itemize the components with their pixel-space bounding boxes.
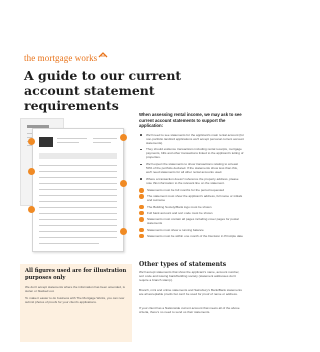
marker-icon: [28, 206, 35, 213]
marker-icon: [28, 168, 35, 175]
other-statements-heading: Other types of statements: [139, 261, 227, 268]
checklist-item-text: Statements must be full months for the p…: [147, 188, 225, 193]
checklist-item-text: The statement must show the applicant's …: [147, 194, 243, 203]
requirement-item: Where a transaction doesn't reference th…: [139, 177, 244, 185]
statement-logo-block: [39, 137, 53, 147]
checklist-item: The Building Society/Bank logo must be s…: [139, 204, 244, 210]
marker-icon: [120, 180, 127, 187]
statement-illustration: [20, 110, 132, 252]
brand-roof-icon: [98, 52, 108, 62]
requirement-item: We'll need to see statements for the app…: [139, 133, 244, 145]
check-circle-icon: [139, 188, 144, 193]
brand-logo: the mortgage works: [24, 52, 108, 63]
illustration-note-box: All figures used are for illustration pu…: [20, 264, 132, 342]
page-title: A guide to our current account statement…: [24, 68, 182, 113]
marker-icon: [120, 228, 127, 235]
check-circle-icon: [139, 194, 144, 199]
intro-text: When assessing rental income, we may ask…: [139, 112, 242, 128]
check-circle-icon: [139, 233, 144, 239]
checklist-item-text: Full bank account and sort code must be …: [147, 210, 213, 215]
checklist-item-text: Statements must show a running balance: [147, 227, 204, 232]
checklist-item: Full bank account and sort code must be …: [139, 210, 244, 216]
check-circle-icon: [139, 227, 144, 233]
other-statements-paragraph: If your client has a Nationwide current …: [139, 306, 240, 315]
checklist-item-text: Statements must contain all pages includ…: [147, 217, 239, 226]
note-heading: All figures used are for illustration pu…: [25, 268, 127, 281]
checklist-item: Statements must be within one month of t…: [139, 233, 244, 239]
note-paragraph: To make it easier to do business with Th…: [25, 296, 125, 305]
statement-illustration-front-sheet: [32, 128, 124, 252]
note-paragraph: We don't accept statements where the inf…: [25, 285, 125, 294]
requirement-item: They should evidence transactions includ…: [139, 147, 244, 159]
check-circle-icon: [139, 217, 144, 222]
checklist-item: Statements must contain all pages includ…: [139, 217, 244, 225]
checklist-item-text: Statements must be within one month of t…: [147, 233, 243, 238]
marker-icon: [120, 134, 127, 141]
checklist-item: Statements must show a running balance: [139, 227, 244, 233]
checklist-item: Statements must be full months for the p…: [139, 188, 244, 193]
requirement-item: We'll expect the statements to show tran…: [139, 162, 244, 174]
check-circle-icon: [139, 210, 144, 216]
guide-page: the mortgage works A guide to our curren…: [0, 0, 251, 352]
other-statements-paragraph: Branch, mini and online statements and S…: [139, 288, 242, 297]
requirements-list: We'll need to see statements for the app…: [139, 133, 244, 186]
check-circle-icon: [139, 204, 144, 210]
marker-icon: [28, 138, 35, 145]
other-statements-paragraph: We'll accept statements that show the ap…: [139, 270, 240, 283]
brand-name: the mortgage works: [24, 53, 98, 63]
checklist: Statements must be full months for the p…: [139, 188, 244, 239]
checklist-item-text: The Building Society/Bank logo must be s…: [147, 204, 212, 209]
requirements-column: When assessing rental income, we may ask…: [139, 112, 244, 240]
checklist-item: The statement must show the applicant's …: [139, 194, 244, 202]
